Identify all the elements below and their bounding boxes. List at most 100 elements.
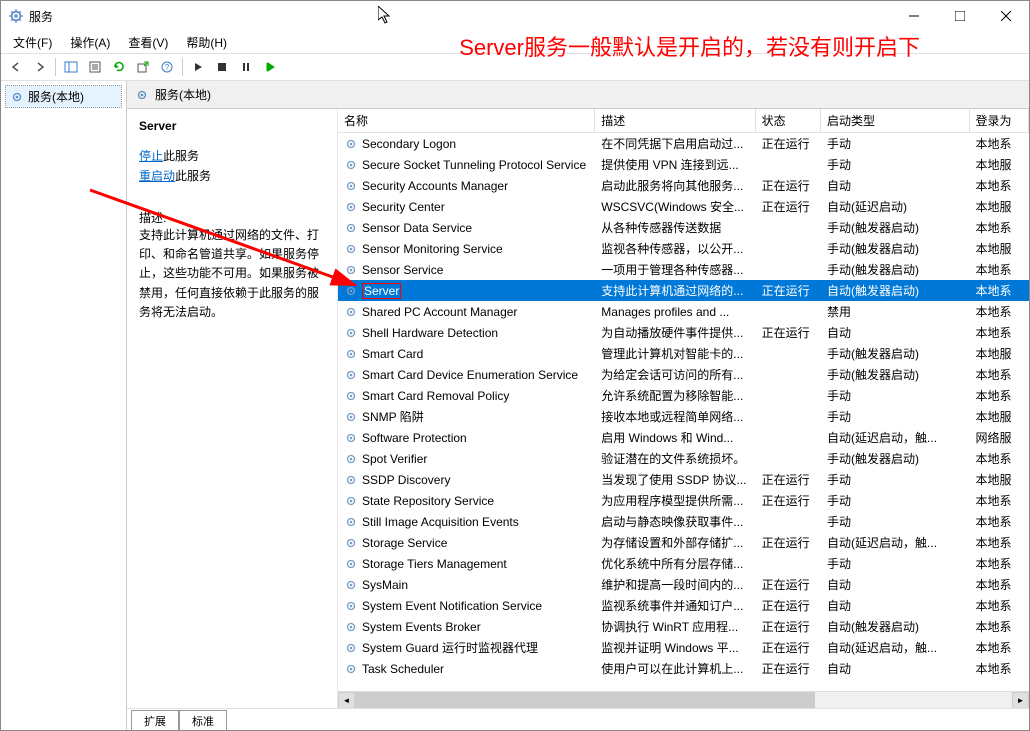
horizontal-scrollbar[interactable]: ◄ ► <box>338 691 1029 708</box>
service-row[interactable]: Security CenterWSCSVC(Windows 安全...正在运行自… <box>338 196 1029 217</box>
service-row[interactable]: SNMP 陷阱接收本地或远程简单网络...手动本地服 <box>338 406 1029 427</box>
help-button[interactable]: ? <box>156 56 178 78</box>
service-startup: 手动 <box>821 471 969 488</box>
tab-standard[interactable]: 标准 <box>179 710 227 730</box>
service-row[interactable]: System Event Notification Service监视系统事件并… <box>338 595 1029 616</box>
service-row[interactable]: Shell Hardware Detection为自动播放硬件事件提供...正在… <box>338 322 1029 343</box>
scroll-thumb[interactable] <box>355 692 815 709</box>
service-row[interactable]: System Events Broker协调执行 WinRT 应用程...正在运… <box>338 616 1029 637</box>
service-row[interactable]: Still Image Acquisition Events启动与静态映像获取事… <box>338 511 1029 532</box>
properties-button[interactable] <box>84 56 106 78</box>
window-title: 服务 <box>29 8 53 25</box>
stop-service-link[interactable]: 停止 <box>139 149 163 163</box>
stop-service-button[interactable] <box>211 56 233 78</box>
pause-service-button[interactable] <box>235 56 257 78</box>
service-logon: 本地服 <box>970 408 1029 425</box>
service-row[interactable]: Security Accounts Manager启动此服务将向其他服务...正… <box>338 175 1029 196</box>
scroll-right-button[interactable]: ► <box>1012 692 1029 709</box>
service-status: 正在运行 <box>756 492 821 509</box>
service-desc: 监视并证明 Windows 平... <box>595 639 755 656</box>
back-button[interactable] <box>5 56 27 78</box>
service-row[interactable]: Smart Card Removal Policy允许系统配置为移除智能...手… <box>338 385 1029 406</box>
detail-title: Server <box>139 119 325 133</box>
service-name: Still Image Acquisition Events <box>362 515 519 529</box>
service-row[interactable]: Spot Verifier验证潜在的文件系统损坏。手动(触发器启动)本地系 <box>338 448 1029 469</box>
service-name: Storage Tiers Management <box>362 557 507 571</box>
service-row[interactable]: Sensor Monitoring Service监视各种传感器，以公开...手… <box>338 238 1029 259</box>
menu-help[interactable]: 帮助(H) <box>178 32 235 53</box>
col-logon[interactable]: 登录为 <box>970 109 1029 132</box>
service-desc: WSCSVC(Windows 安全... <box>595 198 755 215</box>
tab-extended[interactable]: 扩展 <box>131 710 179 730</box>
service-desc: 支持此计算机通过网络的... <box>595 282 755 299</box>
service-row[interactable]: SSDP Discovery当发现了使用 SSDP 协议...正在运行手动本地服 <box>338 469 1029 490</box>
service-desc: 在不同凭据下启用启动过... <box>595 135 755 152</box>
service-row[interactable]: Storage Tiers Management优化系统中所有分层存储...手动… <box>338 553 1029 574</box>
service-logon: 本地系 <box>970 177 1029 194</box>
service-desc: 从各种传感器传送数据 <box>595 219 755 236</box>
minimize-button[interactable] <box>891 1 937 31</box>
service-startup: 自动(延迟启动，触... <box>821 429 969 446</box>
service-status: 正在运行 <box>756 324 821 341</box>
gear-icon <box>344 473 358 487</box>
service-desc: 管理此计算机对智能卡的... <box>595 345 755 362</box>
service-row[interactable]: Smart Card管理此计算机对智能卡的...手动(触发器启动)本地服 <box>338 343 1029 364</box>
service-row[interactable]: Secondary Logon在不同凭据下启用启动过...正在运行手动本地系 <box>338 133 1029 154</box>
service-list[interactable]: Secondary Logon在不同凭据下启用启动过...正在运行手动本地系Se… <box>338 133 1029 691</box>
refresh-button[interactable] <box>108 56 130 78</box>
service-desc: 使用户可以在此计算机上... <box>595 660 755 677</box>
menu-action[interactable]: 操作(A) <box>62 32 118 53</box>
service-row[interactable]: Sensor Service一项用于管理各种传感器...手动(触发器启动)本地系 <box>338 259 1029 280</box>
annotation-text: Server服务一般默认是开启的，若没有则开启下 <box>459 30 920 62</box>
service-row[interactable]: Sensor Data Service从各种传感器传送数据手动(触发器启动)本地… <box>338 217 1029 238</box>
service-row[interactable]: Task Scheduler使用户可以在此计算机上...正在运行自动本地系 <box>338 658 1029 679</box>
close-button[interactable] <box>983 1 1029 31</box>
gear-icon <box>344 179 358 193</box>
col-name[interactable]: 名称 <box>338 109 595 132</box>
service-row[interactable]: SysMain维护和提高一段时间内的...正在运行自动本地系 <box>338 574 1029 595</box>
service-startup: 自动 <box>821 576 969 593</box>
service-desc: 协调执行 WinRT 应用程... <box>595 618 755 635</box>
export-button[interactable] <box>132 56 154 78</box>
col-desc[interactable]: 描述 <box>595 109 755 132</box>
gear-icon <box>344 263 358 277</box>
service-row[interactable]: Software Protection启用 Windows 和 Wind...自… <box>338 427 1029 448</box>
col-status[interactable]: 状态 <box>756 109 821 132</box>
service-name: Spot Verifier <box>362 452 427 466</box>
restart-service-link[interactable]: 重启动 <box>139 169 175 183</box>
service-logon: 本地系 <box>970 303 1029 320</box>
service-startup: 手动 <box>821 156 969 173</box>
stop-suffix: 此服务 <box>163 149 199 163</box>
service-row[interactable]: Server支持此计算机通过网络的...正在运行自动(触发器启动)本地系 <box>338 280 1029 301</box>
service-row[interactable]: Smart Card Device Enumeration Service为给定… <box>338 364 1029 385</box>
service-name: Sensor Monitoring Service <box>362 242 503 256</box>
scroll-left-button[interactable]: ◄ <box>338 692 355 709</box>
maximize-button[interactable] <box>937 1 983 31</box>
service-row[interactable]: System Guard 运行时监视器代理监视并证明 Windows 平...正… <box>338 637 1029 658</box>
service-row[interactable]: Shared PC Account ManagerManages profile… <box>338 301 1029 322</box>
mouse-cursor <box>378 6 394 29</box>
service-desc: 维护和提高一段时间内的... <box>595 576 755 593</box>
forward-button[interactable] <box>29 56 51 78</box>
menu-view[interactable]: 查看(V) <box>120 32 176 53</box>
gear-icon <box>344 326 358 340</box>
service-startup: 手动(触发器启动) <box>821 345 969 362</box>
show-hide-tree-button[interactable] <box>60 56 82 78</box>
service-logon: 本地系 <box>970 618 1029 635</box>
col-startup[interactable]: 启动类型 <box>821 109 969 132</box>
desc-label: 描述: <box>139 209 325 226</box>
service-row[interactable]: Secure Socket Tunneling Protocol Service… <box>338 154 1029 175</box>
service-status: 正在运行 <box>756 135 821 152</box>
gear-icon <box>344 389 358 403</box>
service-row[interactable]: Storage Service为存储设置和外部存储扩...正在运行自动(延迟启动… <box>338 532 1029 553</box>
tree-root-services[interactable]: 服务(本地) <box>5 85 122 108</box>
service-startup: 手动 <box>821 555 969 572</box>
restart-service-button[interactable] <box>259 56 281 78</box>
service-desc: 提供使用 VPN 连接到远... <box>595 156 755 173</box>
menu-file[interactable]: 文件(F) <box>5 32 60 53</box>
gear-icon <box>344 431 358 445</box>
service-logon: 本地系 <box>970 492 1029 509</box>
service-startup: 手动(触发器启动) <box>821 219 969 236</box>
service-row[interactable]: State Repository Service为应用程序模型提供所需...正在… <box>338 490 1029 511</box>
start-service-button[interactable] <box>187 56 209 78</box>
